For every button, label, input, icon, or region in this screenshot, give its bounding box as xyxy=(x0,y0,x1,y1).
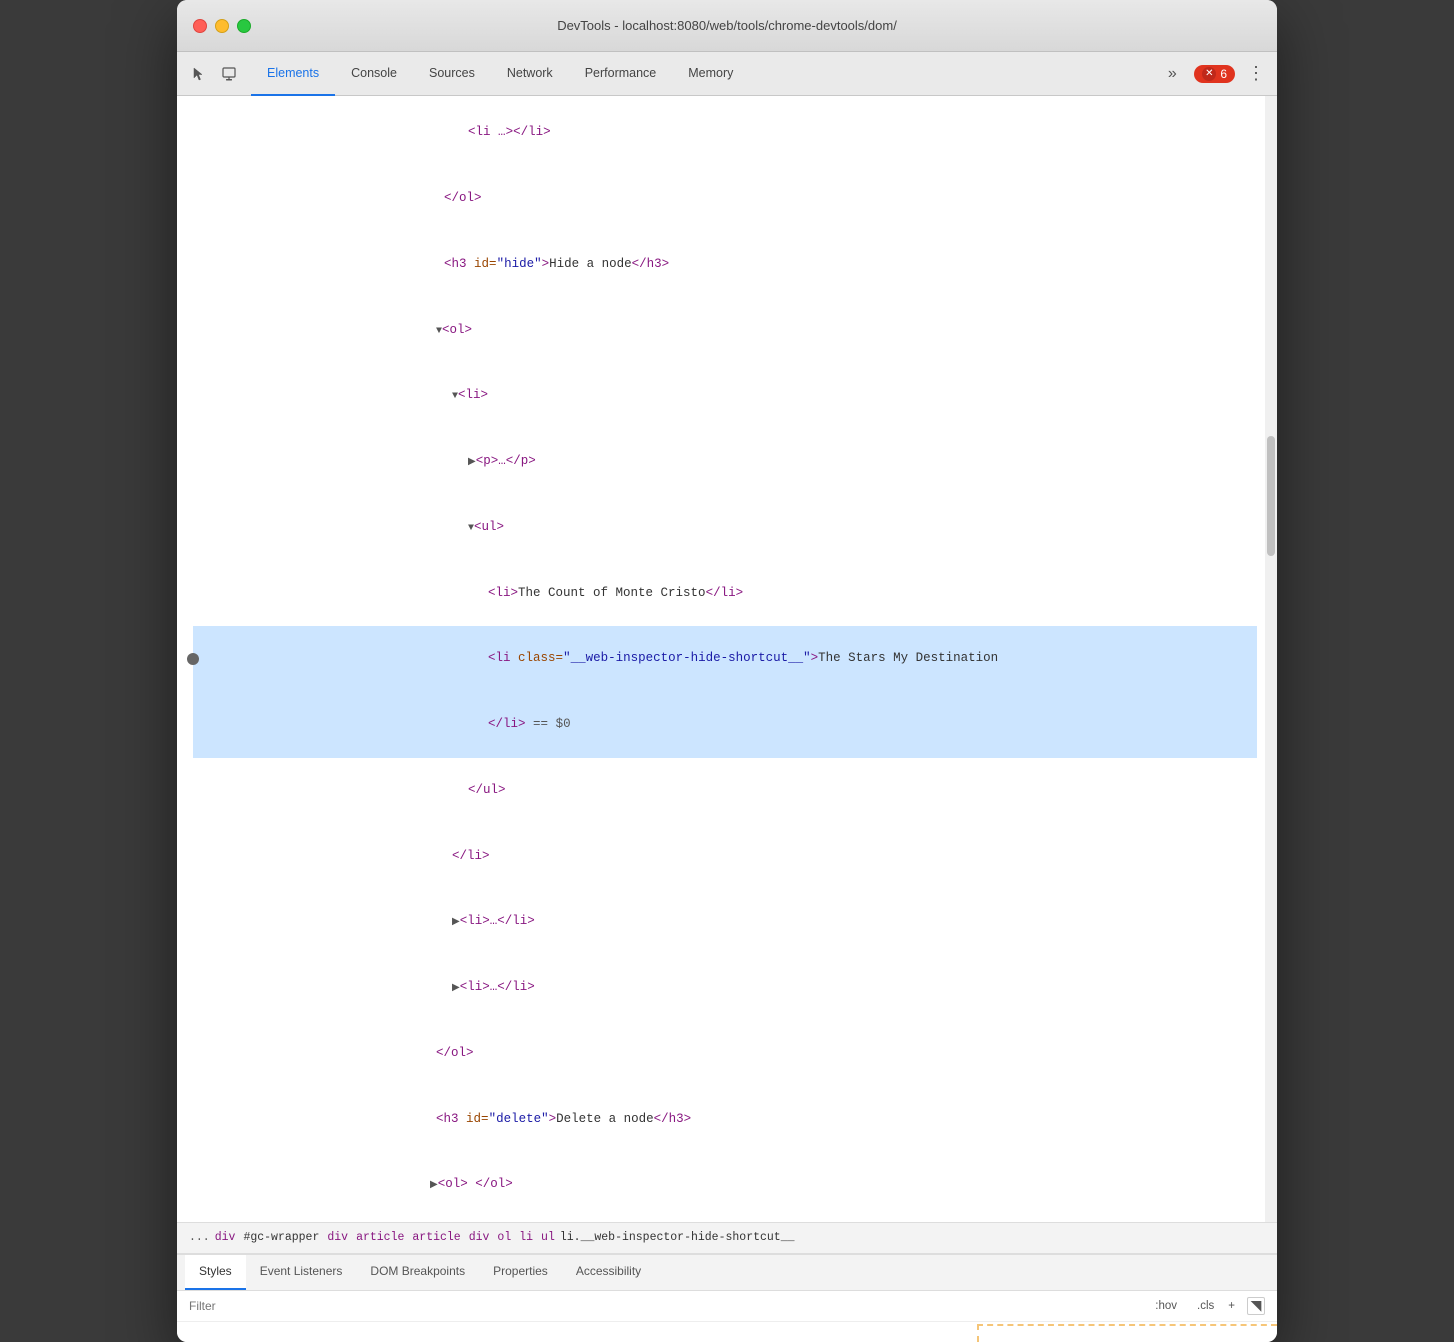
filter-bar: :hov .cls + ◥ xyxy=(177,1291,1277,1322)
dom-line[interactable]: <h3 id="delete">Delete a node</h3> xyxy=(193,1086,1257,1152)
dom-line[interactable]: </ol> xyxy=(193,166,1257,232)
dom-line[interactable]: </ul> xyxy=(193,758,1257,824)
toolbar: Elements Console Sources Network Perform… xyxy=(177,52,1277,96)
hov-button[interactable]: :hov xyxy=(1151,1298,1181,1314)
breadcrumb-div2[interactable]: div xyxy=(324,1228,351,1248)
tab-performance[interactable]: Performance xyxy=(569,52,673,96)
breadcrumb-bar: ... div #gc-wrapper div article article … xyxy=(177,1222,1277,1254)
dom-line[interactable]: </ol> xyxy=(193,1021,1257,1087)
dom-line[interactable]: ▼<ol> xyxy=(193,297,1257,363)
breadcrumb-active[interactable]: li.__web-inspector-hide-shortcut__ xyxy=(560,1228,795,1248)
dashed-outline-indicator xyxy=(977,1324,1277,1342)
devtools-menu-button[interactable]: ⋮ xyxy=(1243,59,1269,88)
tab-dom-breakpoints[interactable]: DOM Breakpoints xyxy=(356,1255,479,1290)
tab-accessibility[interactable]: Accessibility xyxy=(562,1255,655,1290)
dom-line-selected-cont[interactable]: </li> == $0 xyxy=(193,692,1257,758)
dom-line[interactable]: ▶<p>…</p> xyxy=(193,429,1257,495)
toolbar-right: » ✕ 6 ⋮ xyxy=(1158,59,1269,88)
breadcrumb-article2[interactable]: article xyxy=(409,1228,463,1248)
tab-elements[interactable]: Elements xyxy=(251,52,335,96)
tab-network[interactable]: Network xyxy=(491,52,569,96)
devtools-window: DevTools - localhost:8080/web/tools/chro… xyxy=(177,0,1277,1342)
more-tabs-button[interactable]: » xyxy=(1158,60,1186,88)
dom-tree[interactable]: <li …></li> </ol> <h3 id="hide">Hide a n… xyxy=(177,96,1277,1222)
toolbar-icons xyxy=(185,60,243,88)
selection-dot xyxy=(187,653,199,665)
titlebar: DevTools - localhost:8080/web/tools/chro… xyxy=(177,0,1277,52)
add-style-button[interactable]: + xyxy=(1224,1298,1239,1314)
breadcrumb-div3[interactable]: div xyxy=(466,1228,493,1248)
dom-line[interactable]: ▼<li> xyxy=(193,363,1257,429)
dom-panel: <li …></li> </ol> <h3 id="hide">Hide a n… xyxy=(177,96,1277,1254)
dom-scrollbar[interactable] xyxy=(1265,96,1277,1222)
error-icon: ✕ xyxy=(1202,67,1216,81)
tab-console[interactable]: Console xyxy=(335,52,413,96)
dom-line[interactable]: </li> xyxy=(193,823,1257,889)
main-tabs: Elements Console Sources Network Perform… xyxy=(251,52,1158,96)
dom-line[interactable]: <li>The Count of Monte Cristo</li> xyxy=(193,560,1257,626)
cursor-icon[interactable] xyxy=(185,60,213,88)
breadcrumb-gc-wrapper[interactable]: #gc-wrapper xyxy=(240,1228,322,1248)
tab-sources[interactable]: Sources xyxy=(413,52,491,96)
resize-handle: ◥ xyxy=(1247,1297,1265,1315)
inspect-icon[interactable] xyxy=(215,60,243,88)
bottom-panel: Styles Event Listeners DOM Breakpoints P… xyxy=(177,1254,1277,1342)
minimize-button[interactable] xyxy=(215,19,229,33)
dom-line[interactable]: ▶<li>…</li> xyxy=(193,955,1257,1021)
cls-button[interactable]: .cls xyxy=(1193,1298,1218,1314)
filter-input[interactable] xyxy=(189,1299,1143,1313)
breadcrumb-li[interactable]: li xyxy=(516,1228,536,1248)
dom-line[interactable]: <li …></li> xyxy=(193,100,1257,166)
breadcrumb-article1[interactable]: article xyxy=(353,1228,407,1248)
dom-line[interactable]: ▶<ol> </ol> xyxy=(193,1152,1257,1218)
dom-line-selected[interactable]: <li class="__web-inspector-hide-shortcut… xyxy=(193,626,1257,692)
scrollbar-thumb[interactable] xyxy=(1267,436,1275,556)
tab-event-listeners[interactable]: Event Listeners xyxy=(246,1255,357,1290)
filter-buttons: :hov .cls + xyxy=(1151,1298,1239,1314)
dom-line[interactable]: <h3 id="hide">Hide a node</h3> xyxy=(193,232,1257,298)
window-title: DevTools - localhost:8080/web/tools/chro… xyxy=(557,18,897,33)
breadcrumb-ul[interactable]: ul xyxy=(538,1228,558,1248)
bottom-tabs: Styles Event Listeners DOM Breakpoints P… xyxy=(177,1255,1277,1291)
close-button[interactable] xyxy=(193,19,207,33)
dom-line[interactable]: ▼<ul> xyxy=(193,495,1257,561)
traffic-lights xyxy=(193,19,251,33)
breadcrumb-div1[interactable]: div xyxy=(212,1228,239,1248)
tab-memory[interactable]: Memory xyxy=(672,52,749,96)
error-badge[interactable]: ✕ 6 xyxy=(1194,65,1235,83)
dom-line[interactable]: ▶<li>…</li> xyxy=(193,889,1257,955)
tab-styles[interactable]: Styles xyxy=(185,1255,246,1290)
breadcrumb-dots[interactable]: ... xyxy=(189,1228,210,1248)
error-count: 6 xyxy=(1220,67,1227,81)
styles-content-area xyxy=(177,1322,1277,1342)
tab-properties[interactable]: Properties xyxy=(479,1255,562,1290)
maximize-button[interactable] xyxy=(237,19,251,33)
breadcrumb-ol[interactable]: ol xyxy=(494,1228,514,1248)
